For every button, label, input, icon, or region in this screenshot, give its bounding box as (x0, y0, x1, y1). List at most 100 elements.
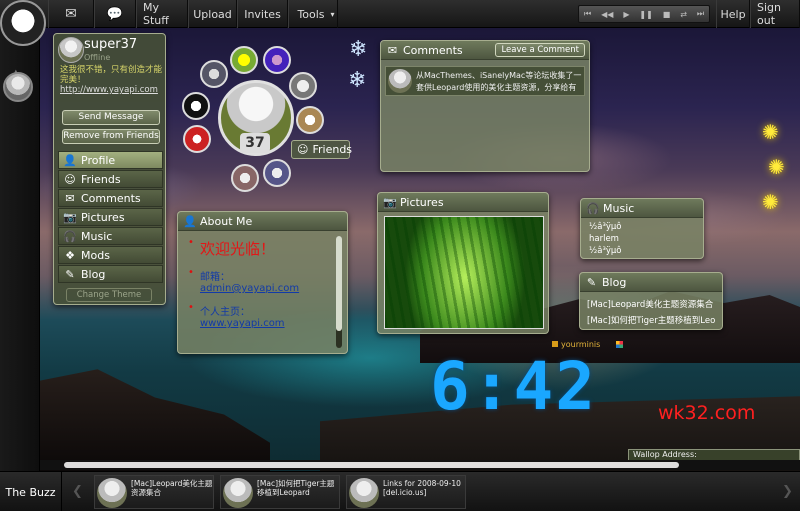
profile-url[interactable]: http://www.yayapi.com (60, 85, 158, 95)
stop-icon[interactable]: ■ (663, 10, 671, 19)
headphones-icon: 🎧 (63, 229, 77, 243)
sun-icon: ✺ (762, 120, 779, 144)
wallop-logo[interactable] (0, 0, 46, 46)
send-message-button[interactable]: Send Message (62, 110, 160, 125)
friend-avatar[interactable] (289, 72, 317, 100)
pause-icon[interactable]: ❚❚ (639, 10, 652, 19)
scrollbar-thumb[interactable] (64, 462, 679, 468)
friends-icon: ☺ (64, 172, 76, 186)
change-theme-button[interactable]: Change Theme (66, 288, 152, 302)
scrollbar-thumb[interactable] (336, 236, 342, 331)
track-item[interactable]: ½â³ÿµô (589, 246, 622, 256)
buzz-item[interactable]: [Mac]Leopard美化主题资源集合 (94, 475, 214, 509)
buzz-item[interactable]: Links for 2008-09-10 [del.icio.us] (346, 475, 466, 509)
comments-icon: ✉ (387, 44, 398, 57)
friend-avatar[interactable] (200, 60, 228, 88)
buzz-bar: The Buzz ❮ [Mac]Leopard美化主题资源集合 [Mac]如何把… (0, 471, 800, 511)
friend-avatar[interactable] (231, 164, 259, 192)
my-stuff-button[interactable]: My Stuff (136, 0, 188, 28)
picture-thumbnail[interactable] (384, 216, 544, 329)
profile-panel: super37 Offline 这我很不错，只有创造才能完美！ http://w… (53, 33, 166, 305)
mail-button[interactable]: ✉ (48, 0, 94, 28)
blog-post-link[interactable]: [Mac]Leopard美化主题资源集合 (587, 298, 717, 310)
friends-icon: ☺ (297, 143, 309, 156)
list-item: 邮箱： admin@yayapi.com (186, 267, 336, 294)
mail-icon: ✉ (65, 6, 77, 22)
friend-avatar[interactable] (182, 92, 210, 120)
comment-item[interactable]: 从MacThemes、iSanelyMac等论坛收集了一套供Leopard使用的… (385, 66, 585, 96)
friend-avatar[interactable] (263, 159, 291, 187)
media-controls: ⏮ ◀◀ ▶ ❚❚ ■ ⇄ ⏭ (578, 5, 710, 23)
track-item[interactable]: ½â³ÿµô (589, 222, 622, 232)
horizontal-scrollbar[interactable] (40, 460, 800, 470)
about-me-panel: 👤 About Me 欢迎光临！ 邮箱： admin@yayapi.com 个人… (177, 211, 348, 354)
friends-button[interactable]: ☺ Friends (291, 140, 352, 159)
nav-comments[interactable]: ✉ Comments (58, 189, 163, 207)
remove-friend-button[interactable]: Remove from Friends (62, 129, 160, 144)
chat-button[interactable]: 💬 (94, 0, 136, 28)
panel-header[interactable]: 📷 Pictures (378, 193, 548, 212)
snowflake-icon: ❄ (349, 37, 368, 62)
status-text: Offline (84, 53, 111, 62)
prev-icon[interactable]: ⏮ (584, 9, 591, 19)
friend-avatar[interactable] (230, 46, 258, 74)
comments-panel: ✉ Comments Leave a Comment 从MacThemes、iS… (380, 40, 590, 172)
friend-avatar[interactable] (183, 125, 211, 153)
buzz-item[interactable]: [Mac]如何把Tiger主题移植到Leopard (220, 475, 340, 509)
watermark: wk32.com (658, 402, 756, 424)
blog-icon: ✎ (586, 276, 597, 289)
nav-mods[interactable]: ❖ Mods (58, 246, 163, 264)
upload-button[interactable]: Upload (188, 0, 237, 28)
leave-comment-button[interactable]: Leave a Comment (495, 43, 585, 57)
help-button[interactable]: Help (716, 0, 750, 28)
track-item[interactable]: harlem (589, 234, 619, 244)
left-rail: ▲ (0, 28, 40, 471)
camera-icon: 📷 (383, 196, 397, 209)
person-icon: 👤 (63, 153, 77, 167)
sign-out-button[interactable]: Sign out (750, 0, 800, 28)
invites-button[interactable]: Invites (237, 0, 288, 28)
rewind-icon[interactable]: ◀◀ (601, 10, 613, 19)
scrollbar[interactable] (336, 236, 342, 348)
shuffle-icon[interactable]: ⇄ (680, 10, 687, 19)
nav-profile[interactable]: 👤 Profile (58, 151, 163, 169)
tools-menu[interactable]: Tools ▾ (288, 0, 338, 28)
play-icon[interactable]: ▶ (623, 10, 629, 19)
grid-icon[interactable] (616, 341, 623, 348)
email-link[interactable]: admin@yayapi.com (200, 283, 336, 294)
nav-friends[interactable]: ☺ Friends (58, 170, 163, 188)
welcome-text: 欢迎光临！ (200, 240, 276, 258)
pictures-panel: 📷 Pictures (377, 192, 549, 334)
rocks-left (40, 369, 270, 471)
caret-down-icon: ▾ (330, 9, 335, 19)
avatar[interactable] (3, 72, 33, 102)
nav-pictures[interactable]: 📷 Pictures (58, 208, 163, 226)
friend-avatar[interactable] (296, 106, 324, 134)
friend-avatar[interactable] (263, 46, 291, 74)
panel-header[interactable]: ✎ Blog (580, 273, 722, 292)
music-panel: 🎧 Music ½â³ÿµô harlem ½â³ÿµô (580, 198, 704, 259)
panel-header[interactable]: ✉ Comments Leave a Comment (381, 41, 589, 60)
next-icon[interactable]: ⏭ (697, 9, 704, 19)
avatar[interactable] (58, 37, 84, 63)
camera-icon: 📷 (63, 210, 77, 224)
homepage-link[interactable]: www.yayapi.com (200, 318, 336, 329)
digital-clock: 6:42 (430, 348, 597, 425)
avatar (349, 478, 379, 508)
chevron-right-icon[interactable]: ❯ (782, 484, 793, 499)
profile-name: super37 (84, 37, 138, 52)
avatar (223, 478, 253, 508)
blog-post-link[interactable]: [Mac]如何把Tiger主题移植到Leo (587, 314, 717, 326)
nav-music[interactable]: 🎧 Music (58, 227, 163, 245)
avatar (97, 478, 127, 508)
buzz-title[interactable]: The Buzz (0, 472, 62, 511)
person-icon: 👤 (183, 215, 197, 228)
panel-header[interactable]: 🎧 Music (581, 199, 703, 218)
nav-blog[interactable]: ✎ Blog (58, 265, 163, 283)
chevron-left-icon[interactable]: ❮ (72, 484, 83, 499)
comments-icon: ✉ (65, 191, 75, 205)
avatar[interactable] (388, 69, 412, 93)
list-item: 个人主页： www.yayapi.com (186, 302, 336, 329)
panel-header[interactable]: 👤 About Me (178, 212, 347, 231)
friend-badge: 37 (240, 133, 270, 153)
